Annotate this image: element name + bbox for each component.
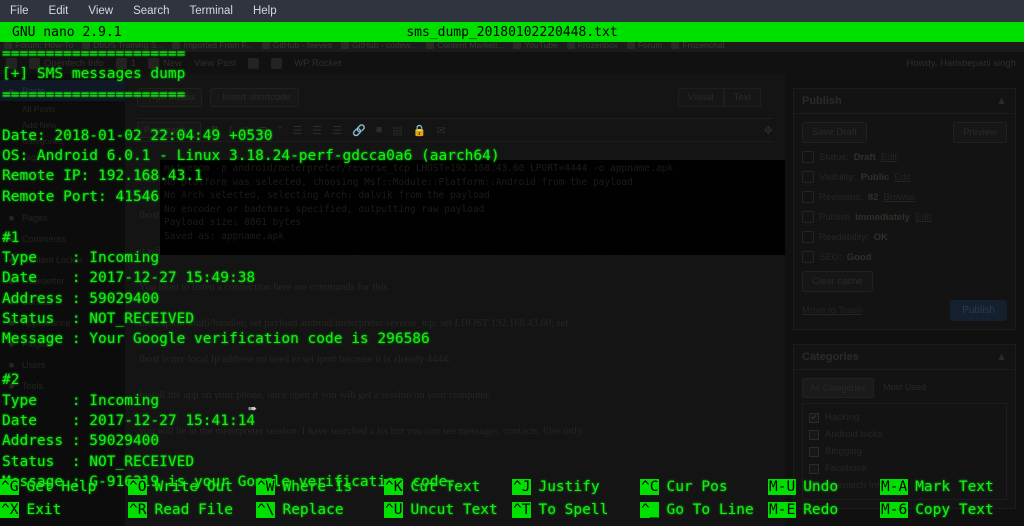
shortcut-key: M-6 [880,502,908,518]
nano-line: Date: 2018-01-02 22:04:49 +0530 [2,126,1024,146]
nano-filename: sms_dump_20180102220448.txt [0,25,1024,40]
shortcut-key: ^K [384,479,403,495]
menu-search[interactable]: Search [123,5,179,17]
shortcut-label: Where Is [282,479,352,495]
shortcut-label: Redo [803,502,838,518]
nano-line [2,105,1024,125]
menu-view[interactable]: View [78,5,123,17]
shortcut-key: ^T [512,502,531,518]
terminal-window: FileEditViewSearchTerminalHelp GNU nano … [0,0,1024,526]
nano-line: Address : 59029400 [2,431,1024,451]
menu-edit[interactable]: Edit [39,5,79,17]
nano-line: #2 [2,370,1024,390]
nano-line: Date : 2017-12-27 15:41:14 [2,411,1024,431]
shortcut-label: Cur Pos [666,479,727,495]
terminal-menubar: FileEditViewSearchTerminalHelp [0,0,1024,22]
shortcut-label: Cut Text [410,479,480,495]
menu-terminal[interactable]: Terminal [180,5,243,17]
shortcut-read-file[interactable]: ^R Read File [128,502,233,518]
shortcut-undo[interactable]: M-U Undo [768,479,838,495]
shortcut-to-spell[interactable]: ^T To Spell [512,502,608,518]
shortcut-uncut-text[interactable]: ^U Uncut Text [384,502,498,518]
shortcut-row-2: ^X Exit ^R Read File ^\ Replace ^U Uncut Text ^T… [0,498,1024,522]
shortcut-go-to-line[interactable]: ^_ Go To Line [640,502,754,518]
nano-line: Date : 2017-12-27 15:49:38 [2,268,1024,288]
nano-line: OS: Android 6.0.1 - Linux 3.18.24-perf-g… [2,146,1024,166]
nano-line: Remote Port: 41546 [2,187,1024,207]
shortcut-key: ^U [384,502,403,518]
shortcut-key: ^J [512,479,531,495]
nano-line: ===================== [2,44,1024,64]
menu-file[interactable]: File [0,5,39,17]
nano-line: Status : NOT_RECEIVED [2,452,1024,472]
shortcut-key: M-A [880,479,908,495]
shortcut-key: ^R [128,502,147,518]
nano-title-bar: GNU nano 2.9.1 sms_dump_20180102220448.t… [0,22,1024,42]
shortcut-label: To Spell [538,502,608,518]
nano-line: #1 [2,228,1024,248]
shortcut-label: Undo [803,479,838,495]
nano-line: ===================== [2,85,1024,105]
nano-line: Address : 59029400 [2,289,1024,309]
nano-line [2,350,1024,370]
mouse-cursor: ➠ [248,400,257,415]
shortcut-key: ^X [0,502,19,518]
nano-line: Status : NOT_RECEIVED [2,309,1024,329]
shortcut-write-out[interactable]: ^O Write Out [128,479,233,495]
shortcut-key: ^_ [640,502,659,518]
shortcut-key: ^G [0,479,19,495]
shortcut-label: Replace [282,502,343,518]
shortcut-copy-text[interactable]: M-6 Copy Text [880,502,994,518]
shortcut-key: ^W [256,479,275,495]
shortcut-cut-text[interactable]: ^K Cut Text [384,479,480,495]
nano-shortcut-bar: ^G Get Help ^O Write Out ^W Where Is ^K Cut Tex… [0,474,1024,526]
shortcut-get-help[interactable]: ^G Get Help [0,479,96,495]
shortcut-key: ^C [640,479,659,495]
nano-text-area[interactable]: =====================[+] SMS messages du… [0,44,1024,474]
shortcut-key: ^O [128,479,147,495]
nano-line: [+] SMS messages dump [2,64,1024,84]
nano-line: Message : Your Google verification code … [2,329,1024,349]
shortcut-label: Copy Text [915,502,994,518]
shortcut-cur-pos[interactable]: ^C Cur Pos [640,479,728,495]
shortcut-label: Justify [538,479,599,495]
shortcut-key: M-U [768,479,796,495]
shortcut-mark-text[interactable]: M-A Mark Text [880,479,994,495]
shortcut-label: Get Help [26,479,96,495]
shortcut-label: Read File [154,502,233,518]
shortcut-label: Exit [26,502,61,518]
shortcut-replace[interactable]: ^\ Replace [256,502,344,518]
shortcut-label: Go To Line [666,502,753,518]
shortcut-justify[interactable]: ^J Justify [512,479,600,495]
shortcut-label: Uncut Text [410,502,497,518]
nano-line: Type : Incoming [2,391,1024,411]
nano-line [2,207,1024,227]
shortcut-redo[interactable]: M-E Redo [768,502,838,518]
nano-line: Remote IP: 192.168.43.1 [2,166,1024,186]
shortcut-where-is[interactable]: ^W Where Is [256,479,352,495]
shortcut-exit[interactable]: ^X Exit [0,502,61,518]
shortcut-label: Write Out [154,479,233,495]
nano-line: Type : Incoming [2,248,1024,268]
shortcut-label: Mark Text [915,479,994,495]
shortcut-key: M-E [768,502,796,518]
menu-help[interactable]: Help [243,5,287,17]
shortcut-row-1: ^G Get Help ^O Write Out ^W Where Is ^K Cut Tex… [0,475,1024,499]
shortcut-key: ^\ [256,502,275,518]
